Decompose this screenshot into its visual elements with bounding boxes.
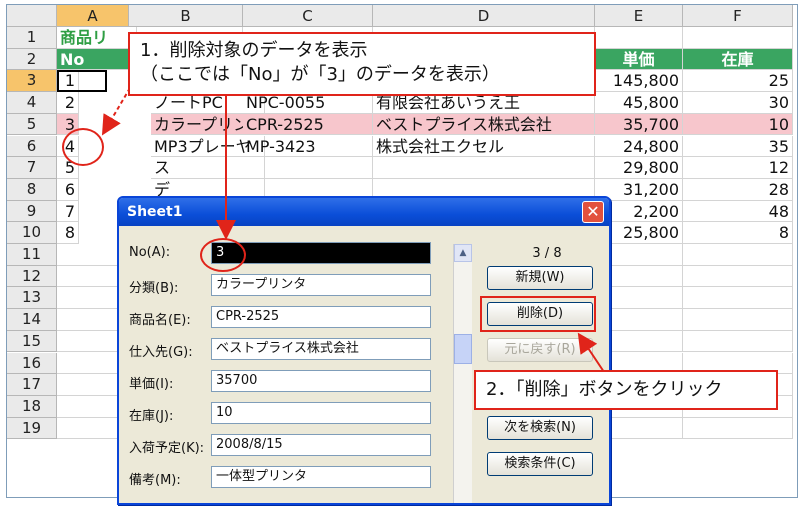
arrow-to-delete	[577, 332, 605, 373]
arrow-to-row	[101, 87, 131, 136]
step2-callout: 2．「削除」ボタンをクリック	[474, 370, 778, 410]
step1-line2: （ここでは「No」が「3」のデータを表示）	[140, 64, 500, 85]
step1-callout: 1．削除対象のデータを表示 （ここでは「No」が「3」のデータを表示）	[128, 32, 596, 96]
step1-line1: 1．削除対象のデータを表示	[140, 40, 368, 61]
